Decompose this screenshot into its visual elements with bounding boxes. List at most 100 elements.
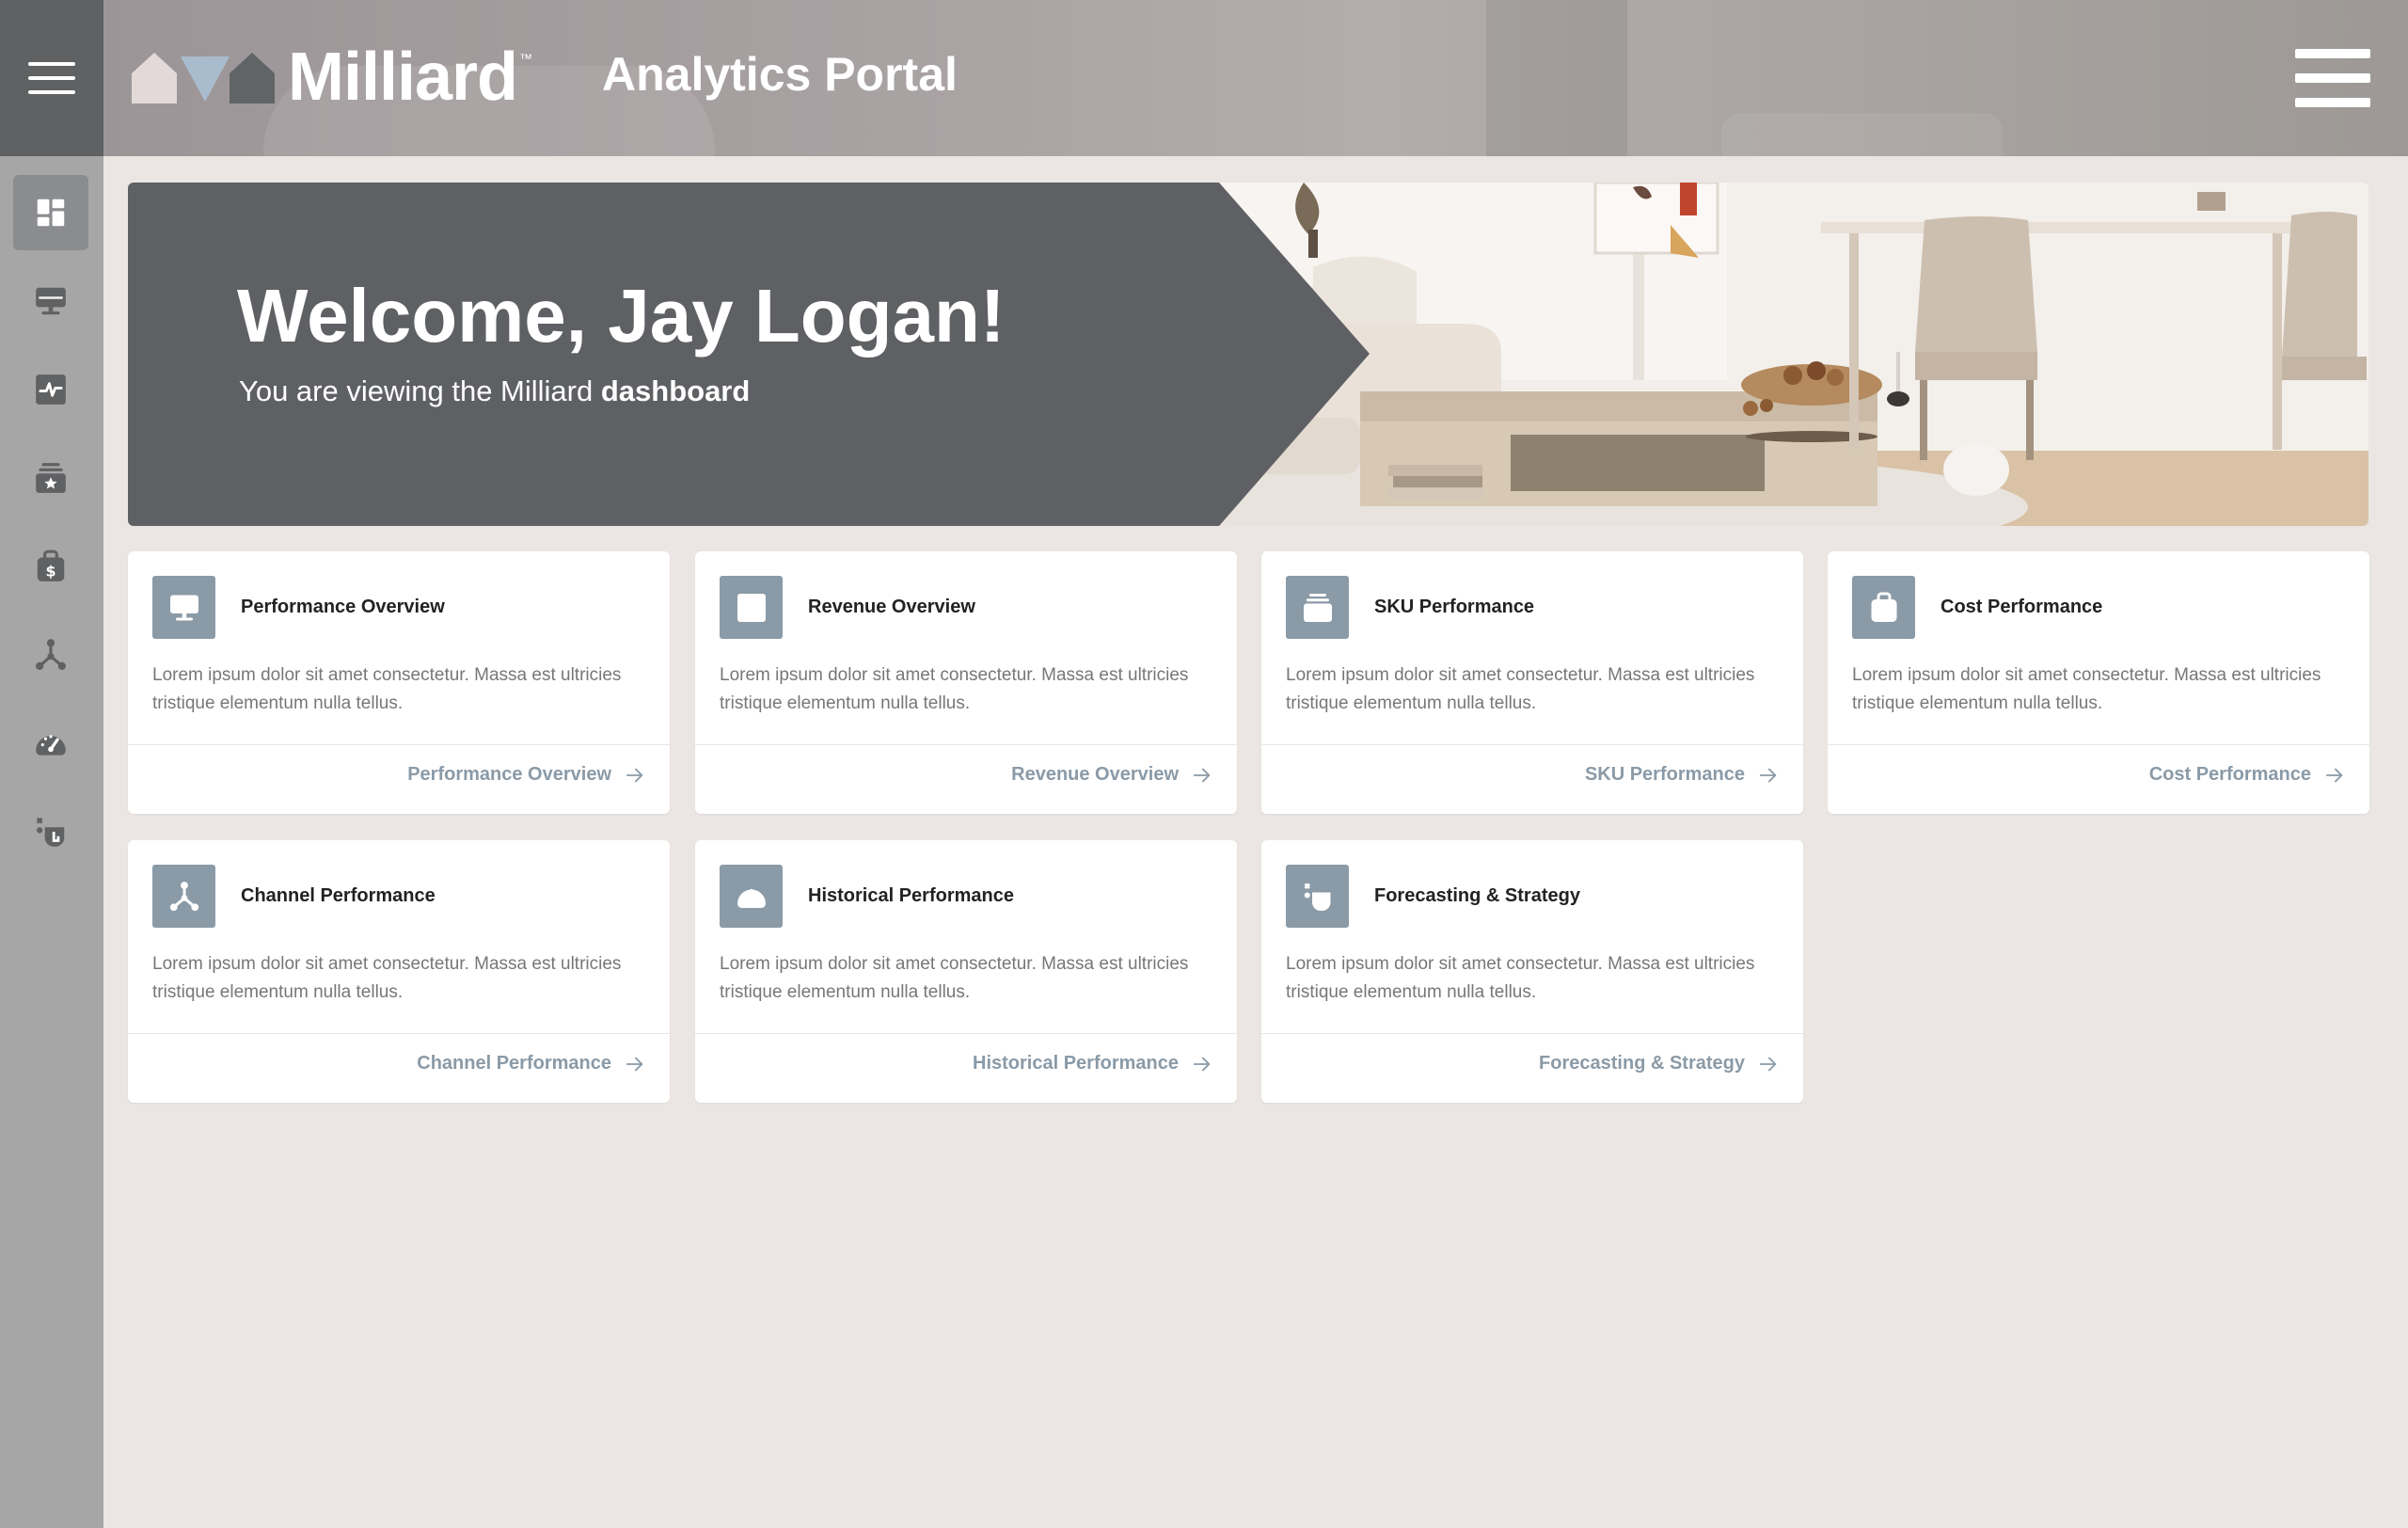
strategy-icon: [1301, 880, 1335, 914]
card-icon-tile: [720, 865, 783, 928]
card-icon-tile: [1286, 576, 1349, 639]
rail-item-dashboard[interactable]: [13, 175, 88, 250]
network-nodes-icon: [167, 880, 201, 914]
arrow-right-icon: [1193, 1057, 1211, 1071]
portal-title: Analytics Portal: [602, 48, 958, 101]
card-link-cost-performance[interactable]: Cost Performance: [2149, 764, 2345, 786]
card-title: Revenue Overview: [808, 597, 975, 617]
card-divider: [128, 744, 670, 745]
card-divider: [695, 1033, 1237, 1034]
card-forecasting-strategy: Forecasting & Strategy Lorem ipsum dolor…: [1261, 840, 1803, 1103]
card-link-label: Channel Performance: [417, 1053, 611, 1074]
card-icon-tile: [152, 576, 215, 639]
card-icon-tile: [720, 576, 783, 639]
trademark: ™: [519, 51, 533, 66]
speedometer-icon: [735, 880, 768, 914]
subtitle-bold-text: dashboard: [600, 374, 751, 407]
card-historical-performance: Historical Performance Lorem ipsum dolor…: [695, 840, 1237, 1103]
card-header: Revenue Overview: [720, 576, 975, 639]
rail-menu-button[interactable]: [0, 0, 103, 156]
brand-logo[interactable]: Milliard ™: [132, 40, 533, 115]
network-nodes-icon: [33, 637, 69, 673]
arrow-right-icon: [1759, 1057, 1777, 1071]
card-icon-tile: [152, 865, 215, 928]
card-header: Performance Overview: [152, 576, 445, 639]
welcome-subtitle: You are viewing the Milliard dashboard: [239, 374, 750, 408]
card-header: Channel Performance: [152, 865, 436, 928]
card-title: SKU Performance: [1374, 597, 1535, 617]
monitor-icon: [167, 591, 201, 625]
arrow-right-icon: [626, 1057, 643, 1071]
card-link-sku-performance[interactable]: SKU Performance: [1585, 764, 1779, 786]
rail-item-revenue-overview[interactable]: [13, 352, 88, 427]
rail-item-historical-performance[interactable]: [13, 706, 88, 781]
archive-star-icon: [1301, 591, 1335, 625]
card-icon-tile: [1286, 865, 1349, 928]
card-description: Lorem ipsum dolor sit amet consectetur. …: [152, 954, 622, 1002]
welcome-heading: Welcome, Jay Logan!: [237, 274, 1006, 358]
card-link-historical-performance[interactable]: Historical Performance: [973, 1053, 1212, 1074]
card-description: Lorem ipsum dolor sit amet consectetur. …: [1286, 954, 1755, 1002]
card-title: Cost Performance: [1941, 597, 2103, 617]
strategy-icon: [33, 814, 69, 850]
card-revenue-overview: Revenue Overview Lorem ipsum dolor sit a…: [695, 551, 1237, 814]
welcome-hero: Welcome, Jay Logan! You are viewing the …: [128, 183, 2368, 526]
card-link-label: Forecasting & Strategy: [1539, 1053, 1745, 1074]
top-header: Milliard ™ Analytics Portal: [103, 0, 2408, 156]
arrow-right-icon: [1759, 768, 1777, 782]
card-channel-performance: Channel Performance Lorem ipsum dolor si…: [128, 840, 670, 1103]
dashboard-icon: [33, 195, 69, 231]
card-description: Lorem ipsum dolor sit amet consectetur. …: [1286, 665, 1755, 713]
money-bag-icon: [33, 549, 69, 584]
arrow-right-icon: [626, 768, 643, 782]
arrow-right-icon: [1193, 768, 1211, 782]
card-divider: [1261, 744, 1803, 745]
rail-nav: [0, 175, 103, 883]
card-link-label: Revenue Overview: [1011, 764, 1179, 785]
card-description: Lorem ipsum dolor sit amet consectetur. …: [152, 665, 622, 713]
hamburger-icon: [28, 62, 75, 94]
speedometer-icon: [33, 725, 69, 761]
pulse-chart-icon: [33, 372, 69, 407]
card-title: Performance Overview: [241, 597, 445, 617]
header-background-decor: [1486, 0, 1627, 156]
rail-item-performance-overview[interactable]: [13, 263, 88, 339]
card-link-revenue-overview[interactable]: Revenue Overview: [1011, 764, 1212, 786]
card-header: SKU Performance: [1286, 576, 1534, 639]
card-title: Channel Performance: [241, 885, 436, 906]
card-link-label: Performance Overview: [407, 764, 611, 785]
rail-item-cost-performance[interactable]: [13, 529, 88, 604]
brand-name: Milliard: [288, 40, 518, 115]
hamburger-menu-icon[interactable]: [2295, 49, 2370, 107]
card-link-label: Historical Performance: [973, 1053, 1179, 1074]
rail-item-channel-performance[interactable]: [13, 617, 88, 692]
card-sku-performance: SKU Performance Lorem ipsum dolor sit am…: [1261, 551, 1803, 814]
arrow-right-icon: [2325, 768, 2343, 782]
card-divider: [128, 1033, 670, 1034]
card-divider: [1261, 1033, 1803, 1034]
card-description: Lorem ipsum dolor sit amet consectetur. …: [720, 954, 1189, 1002]
monitor-icon: [33, 283, 69, 319]
card-header: Forecasting & Strategy: [1286, 865, 1580, 928]
card-icon-tile: [1852, 576, 1915, 639]
card-cost-performance: Cost Performance Lorem ipsum dolor sit a…: [1828, 551, 2369, 814]
card-header: Cost Performance: [1852, 576, 2102, 639]
rail-item-forecasting-strategy[interactable]: [13, 794, 88, 869]
card-link-forecasting-strategy[interactable]: Forecasting & Strategy: [1539, 1053, 1779, 1074]
card-link-channel-performance[interactable]: Channel Performance: [417, 1053, 645, 1074]
card-title: Historical Performance: [808, 885, 1014, 906]
subtitle-text: You are viewing the Milliard: [239, 374, 601, 407]
card-link-label: Cost Performance: [2148, 764, 2311, 785]
side-rail: [0, 0, 103, 1528]
card-description: Lorem ipsum dolor sit amet consectetur. …: [1852, 665, 2321, 713]
header-background-decor: [1721, 113, 2004, 156]
card-link-performance-overview[interactable]: Performance Overview: [407, 764, 645, 786]
money-bag-icon: [1867, 591, 1901, 625]
card-divider: [1828, 744, 2369, 745]
logo-houses-icon: [132, 53, 275, 103]
card-performance-overview: Performance Overview Lorem ipsum dolor s…: [128, 551, 670, 814]
card-divider: [695, 744, 1237, 745]
card-description: Lorem ipsum dolor sit amet consectetur. …: [720, 665, 1189, 713]
rail-item-sku-performance[interactable]: [13, 440, 88, 516]
card-link-label: SKU Performance: [1584, 764, 1745, 785]
